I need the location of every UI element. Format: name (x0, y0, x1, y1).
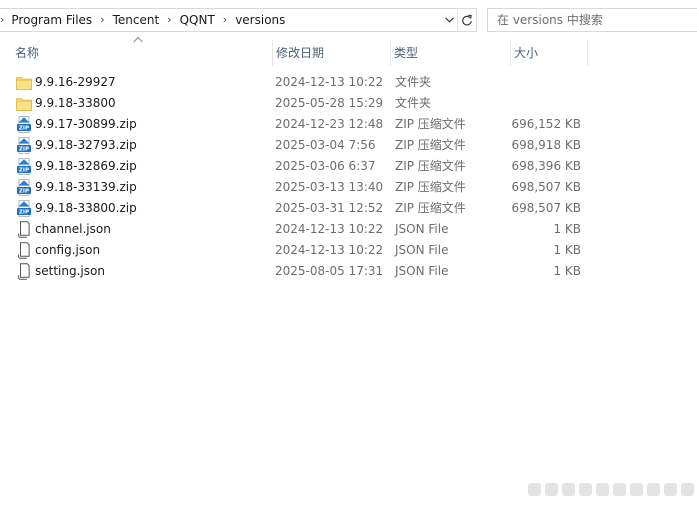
breadcrumb-separator-icon[interactable]: › (93, 9, 111, 31)
file-name: config.json (35, 243, 101, 257)
file-size: 1 KB (553, 243, 581, 257)
file-type: ZIP 压缩文件 (395, 201, 466, 215)
navigation-bar: › Program Files › Tencent › QQNT › versi… (0, 0, 697, 40)
file-name: channel.json (35, 222, 111, 236)
watermark-dot (562, 483, 575, 496)
file-modified-date: 2025-03-06 6:37 (275, 159, 376, 173)
watermark-dot (664, 483, 677, 496)
file-name: 9.9.17-30899.zip (35, 117, 137, 131)
chevron-down-icon (444, 17, 454, 23)
file-size: 698,396 KB (511, 159, 581, 173)
svg-text:ZIP: ZIP (18, 210, 28, 216)
file-row[interactable]: ZIP 9.9.18-32793.zip 2025-03-04 7:56 ZIP 压缩… (0, 135, 697, 156)
refresh-icon (462, 14, 472, 25)
file-modified-date: 2024-12-13 10:22 (275, 222, 384, 236)
svg-text:ZIP: ZIP (18, 147, 28, 153)
file-name: 9.9.16-29927 (35, 75, 116, 89)
folder-icon (15, 95, 32, 112)
file-type: ZIP 压缩文件 (395, 180, 466, 194)
file-row[interactable]: ZIP 9.9.18-33139.zip 2025-03-13 13:40 ZIP 压… (0, 177, 697, 198)
svg-text:ZIP: ZIP (18, 126, 28, 132)
watermark-dot (630, 483, 643, 496)
breadcrumb: › Program Files › Tencent › QQNT › versi… (0, 9, 286, 31)
column-header-row: 名称 修改日期 类型 大小 (0, 40, 697, 66)
search-box[interactable] (487, 8, 697, 32)
file-type: JSON File (395, 243, 449, 257)
watermark-dot (528, 483, 541, 496)
file-type: ZIP 压缩文件 (395, 159, 466, 173)
refresh-button[interactable] (457, 9, 476, 31)
zip-icon: ZIP (15, 137, 32, 154)
zip-icon: ZIP (15, 158, 32, 175)
file-size: 698,918 KB (511, 138, 581, 152)
file-size: 1 KB (553, 264, 581, 278)
folder-icon (15, 74, 32, 91)
file-name: 9.9.18-33800.zip (35, 201, 137, 215)
file-modified-date: 2025-03-04 7:56 (275, 138, 376, 152)
file-size: 1 KB (553, 222, 581, 236)
column-header-date[interactable]: 修改日期 (272, 40, 386, 66)
file-row[interactable]: ZIP 9.9.18-32869.zip 2025-03-06 6:37 ZIP 压缩… (0, 156, 697, 177)
address-history-dropdown[interactable] (441, 9, 457, 31)
file-type: 文件夹 (395, 96, 432, 110)
file-name: 9.9.18-33800 (35, 96, 116, 110)
file-list: 9.9.16-29927 2024-12-13 10:22 文件夹 9.9.18-33… (0, 72, 697, 282)
file-type: ZIP 压缩文件 (395, 138, 466, 152)
file-name: 9.9.18-33139.zip (35, 180, 137, 194)
zip-icon: ZIP (15, 179, 32, 196)
file-name: setting.json (35, 264, 105, 278)
breadcrumb-tencent[interactable]: Tencent (112, 9, 161, 31)
file-row[interactable]: 9.9.18-33800 2025-05-28 15:29 文件夹 (0, 93, 697, 114)
file-size: 696,152 KB (511, 117, 581, 131)
address-bar[interactable]: › Program Files › Tencent › QQNT › versi… (0, 8, 477, 32)
breadcrumb-separator-icon[interactable]: › (160, 9, 178, 31)
breadcrumb-versions[interactable]: versions (234, 9, 286, 31)
file-size: 698,507 KB (511, 180, 581, 194)
file-row[interactable]: config.json 2024-12-13 10:22 JSON File 1 KB (0, 240, 697, 261)
svg-text:ZIP: ZIP (18, 189, 28, 195)
watermark (528, 483, 697, 496)
watermark-dot (596, 483, 609, 496)
file-row[interactable]: 9.9.16-29927 2024-12-13 10:22 文件夹 (0, 72, 697, 93)
file-type: 文件夹 (395, 75, 432, 89)
file-row[interactable]: setting.json 2025-08-05 17:31 JSON File 1 K… (0, 261, 697, 282)
column-header-name[interactable]: 名称 (12, 40, 268, 66)
file-modified-date: 2025-03-31 12:52 (275, 201, 384, 215)
json-file-icon (15, 221, 32, 238)
watermark-dot (613, 483, 626, 496)
file-type: ZIP 压缩文件 (395, 117, 466, 131)
file-type: JSON File (395, 264, 449, 278)
watermark-dot (545, 483, 558, 496)
file-row[interactable]: channel.json 2024-12-13 10:22 JSON File 1 K… (0, 219, 697, 240)
file-modified-date: 2024-12-13 10:22 (275, 243, 384, 257)
file-name: 9.9.18-32869.zip (35, 159, 137, 173)
file-modified-date: 2024-12-13 10:22 (275, 75, 384, 89)
breadcrumb-program-files[interactable]: Program Files (10, 9, 93, 31)
zip-icon: ZIP (15, 200, 32, 217)
column-header-size[interactable]: 大小 (510, 40, 588, 66)
file-modified-date: 2024-12-23 12:48 (275, 117, 384, 131)
json-file-icon (15, 263, 32, 280)
zip-icon: ZIP (15, 116, 32, 133)
file-type: JSON File (395, 222, 449, 236)
file-row[interactable]: ZIP 9.9.18-33800.zip 2025-03-31 12:52 ZIP 压… (0, 198, 697, 219)
file-name: 9.9.18-32793.zip (35, 138, 137, 152)
file-modified-date: 2025-03-13 13:40 (275, 180, 384, 194)
search-input[interactable] (488, 9, 697, 31)
file-modified-date: 2025-08-05 17:31 (275, 264, 384, 278)
watermark-dot (579, 483, 592, 496)
breadcrumb-separator-icon[interactable]: › (216, 9, 234, 31)
file-size: 698,507 KB (511, 201, 581, 215)
breadcrumb-qqnt[interactable]: QQNT (179, 9, 216, 31)
watermark-dot (681, 483, 694, 496)
breadcrumb-separator-icon[interactable]: › (0, 9, 10, 31)
column-header-type[interactable]: 类型 (390, 40, 506, 66)
file-row[interactable]: ZIP 9.9.17-30899.zip 2024-12-23 12:48 ZIP 压… (0, 114, 697, 135)
svg-text:ZIP: ZIP (18, 168, 28, 174)
file-modified-date: 2025-05-28 15:29 (275, 96, 384, 110)
json-file-icon (15, 242, 32, 259)
watermark-dot (647, 483, 660, 496)
